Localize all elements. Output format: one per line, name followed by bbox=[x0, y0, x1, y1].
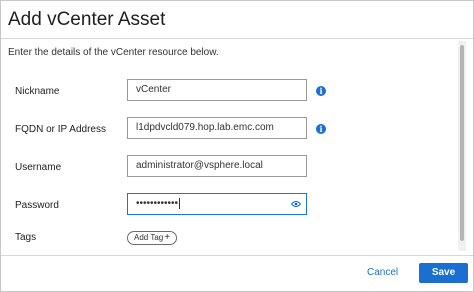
username-label: Username bbox=[15, 162, 62, 173]
password-label: Password bbox=[15, 200, 59, 211]
add-tag-label: Add Tag bbox=[134, 233, 164, 242]
username-input[interactable]: administrator@vsphere.local bbox=[127, 155, 307, 177]
text-caret bbox=[179, 197, 181, 209]
save-button[interactable]: Save bbox=[419, 263, 468, 283]
eye-icon[interactable] bbox=[291, 200, 301, 208]
info-icon[interactable]: i bbox=[316, 86, 326, 96]
tags-label: Tags bbox=[15, 232, 37, 243]
scrollbar-thumb[interactable] bbox=[460, 45, 464, 241]
add-tag-button[interactable]: Add Tag+ bbox=[127, 231, 178, 245]
cancel-button[interactable]: Cancel bbox=[367, 267, 398, 278]
password-value: •••••••••••• bbox=[136, 198, 179, 209]
password-input[interactable]: •••••••••••• bbox=[127, 193, 307, 215]
header-divider bbox=[1, 38, 473, 39]
nickname-input[interactable]: vCenter bbox=[127, 79, 307, 101]
fqdn-input[interactable]: l1dpdvcld079.hop.lab.emc.com bbox=[127, 117, 307, 139]
nickname-label: Nickname bbox=[15, 86, 60, 97]
plus-icon: + bbox=[164, 232, 171, 243]
dialog-title: Add vCenter Asset bbox=[8, 9, 166, 30]
footer-divider bbox=[1, 255, 473, 256]
info-icon[interactable]: i bbox=[316, 124, 326, 134]
dialog-intro: Enter the details of the vCenter resourc… bbox=[8, 47, 219, 58]
add-vcenter-dialog: Add vCenter Asset Enter the details of t… bbox=[0, 0, 474, 292]
fqdn-label: FQDN or IP Address bbox=[15, 124, 106, 135]
